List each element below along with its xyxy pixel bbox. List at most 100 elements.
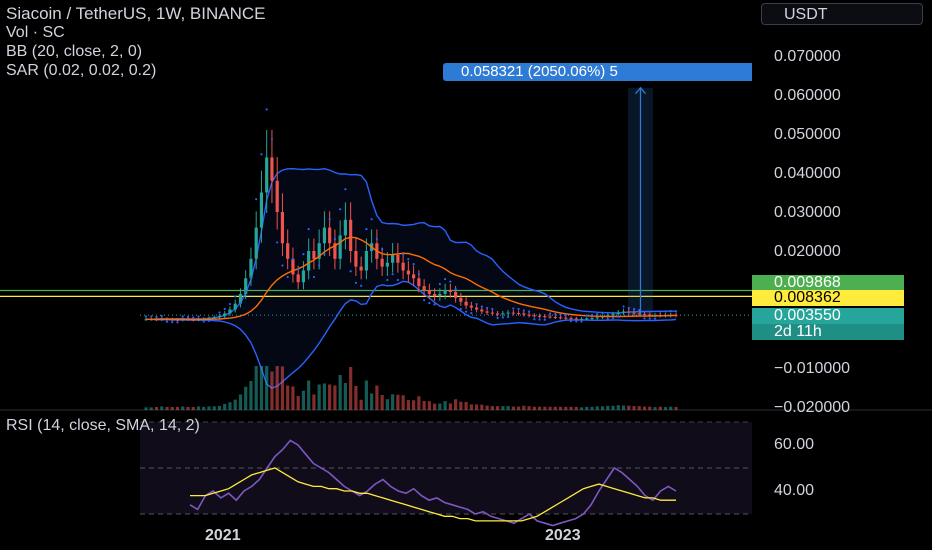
candle-body	[296, 274, 300, 283]
candle-body	[312, 251, 316, 259]
sar-dot	[223, 307, 226, 311]
volume-bar	[270, 371, 274, 410]
sar-dot	[585, 314, 588, 317]
sar-dot	[375, 238, 378, 241]
sar-dot	[218, 311, 221, 314]
volume-bar	[238, 394, 243, 410]
sar-dot	[643, 317, 646, 320]
volume-bar	[385, 399, 389, 410]
volume-bar	[380, 395, 384, 410]
sar-dot	[402, 253, 405, 256]
volume-bar	[291, 386, 295, 410]
volume-bar	[590, 406, 594, 410]
candle-body	[359, 266, 363, 271]
volume-bar	[391, 394, 395, 410]
sar-dot	[538, 318, 541, 321]
candle-body	[558, 317, 563, 319]
candle-body	[217, 316, 222, 318]
sar-dot	[365, 228, 368, 231]
measure-label[interactable]: 0.058321 (2050.06%) 5	[443, 63, 752, 81]
volume-bar	[558, 406, 563, 410]
volume-bar	[259, 366, 264, 410]
volume-bar	[233, 399, 237, 410]
bb-legend[interactable]: BB (20, close, 2, 0)	[6, 43, 142, 61]
volume-bar	[611, 405, 615, 410]
sar-dot	[412, 263, 415, 266]
sar-dot	[207, 319, 211, 323]
volume-bar	[459, 401, 463, 410]
time-tick: 2021	[205, 527, 241, 544]
volume-bar	[317, 384, 321, 410]
candle-body	[569, 318, 573, 320]
volume-bar	[606, 405, 610, 410]
volume-bar	[349, 367, 353, 410]
sar-dot	[186, 315, 190, 319]
sar-dot	[554, 312, 557, 316]
volume-bar	[160, 406, 164, 410]
volume-bar	[343, 383, 348, 410]
sar-dot	[192, 316, 195, 319]
volume-bar	[490, 406, 494, 410]
bb-fill	[146, 168, 676, 389]
volume-bar	[165, 406, 169, 410]
volume-bar	[669, 406, 673, 410]
candle-body	[396, 254, 400, 263]
volume-bar	[433, 403, 437, 410]
candle-body	[380, 258, 384, 267]
volume-bar	[616, 405, 620, 410]
candle-body	[427, 290, 431, 294]
volume-legend[interactable]: Vol · SC	[6, 24, 65, 42]
sar-dot	[617, 315, 620, 318]
candle-body	[621, 311, 626, 313]
candle-body	[501, 313, 505, 315]
volume-bar	[464, 402, 468, 410]
candle-body	[254, 227, 258, 259]
sar-dot	[360, 284, 363, 287]
volume-bar	[585, 406, 589, 410]
volume-bar	[312, 394, 316, 410]
volume-bar	[144, 407, 148, 410]
yellow-level-tag: 0.008362	[752, 290, 904, 306]
candle-body	[328, 227, 332, 244]
volume-bar	[254, 366, 258, 410]
sar-dot	[370, 218, 373, 221]
volume-bar	[522, 405, 526, 410]
volume-bar	[412, 400, 416, 410]
candle-body	[511, 312, 515, 314]
sar-dot	[501, 316, 504, 319]
volume-bar	[501, 406, 505, 410]
volume-bar	[648, 406, 652, 410]
candle-body	[564, 317, 568, 319]
candle-body	[579, 318, 584, 320]
sar-dot	[491, 307, 494, 311]
sar-dot	[622, 305, 625, 308]
volume-bar	[181, 406, 185, 410]
bb-lower-band	[146, 280, 677, 389]
sar-dot	[580, 320, 583, 323]
candle-body	[280, 212, 285, 244]
candle-body	[590, 318, 594, 320]
volume-bar	[553, 406, 557, 410]
volume-bar	[265, 366, 269, 410]
volume-bar	[443, 401, 447, 410]
candle-body	[212, 317, 216, 319]
sar-legend[interactable]: SAR (0.02, 0.02, 0.2)	[6, 62, 156, 80]
sar-dot	[669, 309, 672, 313]
candle-body	[401, 262, 405, 271]
currency-selector[interactable]: USDT	[761, 3, 923, 25]
sar-dot	[354, 281, 358, 284]
volume-bar	[427, 401, 431, 410]
sar-dot	[601, 311, 604, 315]
volume-bar	[422, 401, 426, 410]
sar-dot	[307, 228, 310, 231]
rsi-legend[interactable]: RSI (14, close, SMA, 14, 2)	[6, 417, 200, 435]
candle-body	[301, 270, 306, 283]
sar-dot	[396, 278, 399, 282]
sar-dot	[276, 241, 279, 244]
volume-bar	[280, 366, 285, 410]
candle-body	[417, 278, 421, 287]
sar-dot	[548, 312, 552, 315]
volume-bar	[149, 407, 153, 410]
candle-body	[286, 243, 290, 259]
candle-body	[307, 251, 311, 271]
